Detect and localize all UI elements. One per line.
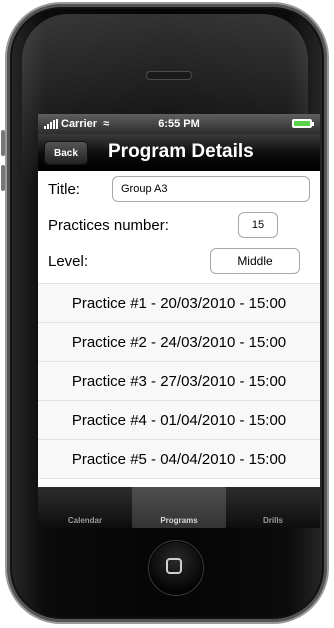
phone-screen: Carrier ≈ 6:55 PM Back Program Details T… — [38, 114, 320, 528]
practices-number-input[interactable]: 15 — [238, 212, 278, 238]
back-button[interactable]: Back — [44, 141, 88, 165]
tab-calendar[interactable]: Calendar — [38, 487, 132, 528]
practice-list: Practice #1 - 20/03/2010 - 15:00 Practic… — [38, 283, 320, 479]
tab-bar: Calendar Programs Drills — [38, 487, 320, 528]
earpiece-speaker — [146, 71, 192, 80]
volume-button-up — [1, 130, 5, 156]
tab-programs[interactable]: Programs — [132, 487, 226, 528]
home-button[interactable] — [148, 540, 204, 596]
tab-drills[interactable]: Drills — [226, 487, 320, 528]
practice-row[interactable]: Practice #5 - 04/04/2010 - 15:00 — [38, 440, 320, 479]
navigation-bar: Back Program Details — [38, 134, 320, 171]
title-row: Title: Group A3 — [38, 171, 320, 207]
practice-row[interactable]: Practice #2 - 24/03/2010 - 15:00 — [38, 323, 320, 362]
practice-row[interactable]: Practice #1 - 20/03/2010 - 15:00 — [38, 284, 320, 323]
volume-button-down — [1, 165, 5, 191]
program-form: Title: Group A3 Practices number: 15 Lev… — [38, 171, 320, 279]
level-select[interactable]: Middle — [210, 248, 300, 274]
title-label: Title: — [48, 180, 80, 198]
level-row: Level: Middle — [38, 243, 320, 279]
page-title: Program Details — [108, 141, 254, 162]
level-label: Level: — [48, 252, 89, 270]
practice-row[interactable]: Practice #4 - 01/04/2010 - 15:00 — [38, 401, 320, 440]
title-input[interactable]: Group A3 — [112, 176, 310, 202]
battery-icon — [292, 119, 314, 128]
status-bar: Carrier ≈ 6:55 PM — [38, 114, 320, 134]
home-square-icon — [166, 558, 182, 574]
practices-number-label: Practices number: — [48, 216, 169, 234]
practices-number-row: Practices number: 15 — [38, 207, 320, 243]
status-time: 6:55 PM — [158, 118, 200, 130]
practice-row[interactable]: Practice #3 - 27/03/2010 - 15:00 — [38, 362, 320, 401]
